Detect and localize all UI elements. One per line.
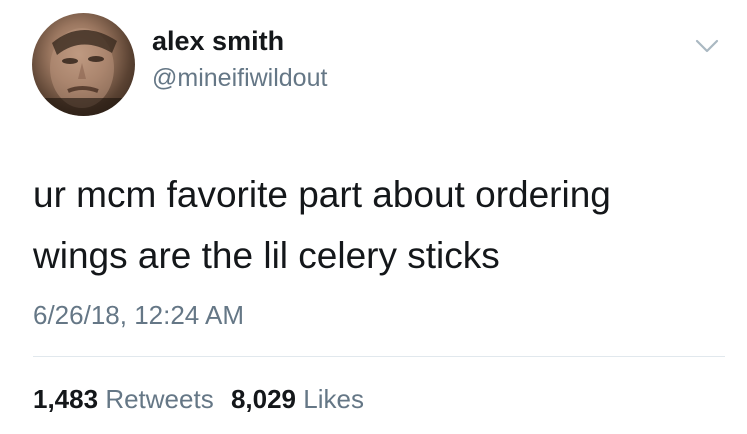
author-display-name[interactable]: alex smith (152, 26, 284, 57)
avatar[interactable] (32, 13, 135, 116)
likes-stat[interactable]: 8,029 Likes (231, 384, 364, 414)
tweet-text-line: wings are the lil celery sticks (33, 235, 500, 276)
likes-count: 8,029 (230, 384, 297, 414)
retweets-stat[interactable]: 1,483 Retweets (33, 384, 214, 414)
author-handle[interactable]: @mineifiwildout (152, 64, 327, 93)
tweet-text-line: ur mcm favorite part about ordering (33, 174, 611, 215)
retweets-label: Retweets (105, 384, 214, 414)
chevron-down-icon[interactable] (694, 36, 720, 56)
divider (33, 356, 725, 357)
tweet-text: ur mcm favorite part about ordering wing… (33, 164, 723, 286)
retweets-count: 1,483 (33, 384, 99, 414)
user-avatar-photo (32, 28, 135, 116)
likes-label: Likes (303, 384, 364, 414)
tweet-timestamp[interactable]: 6/26/18, 12:24 AM (33, 300, 244, 331)
tweet-stats: 1,483 Retweets 8,029 Likes (33, 384, 364, 415)
